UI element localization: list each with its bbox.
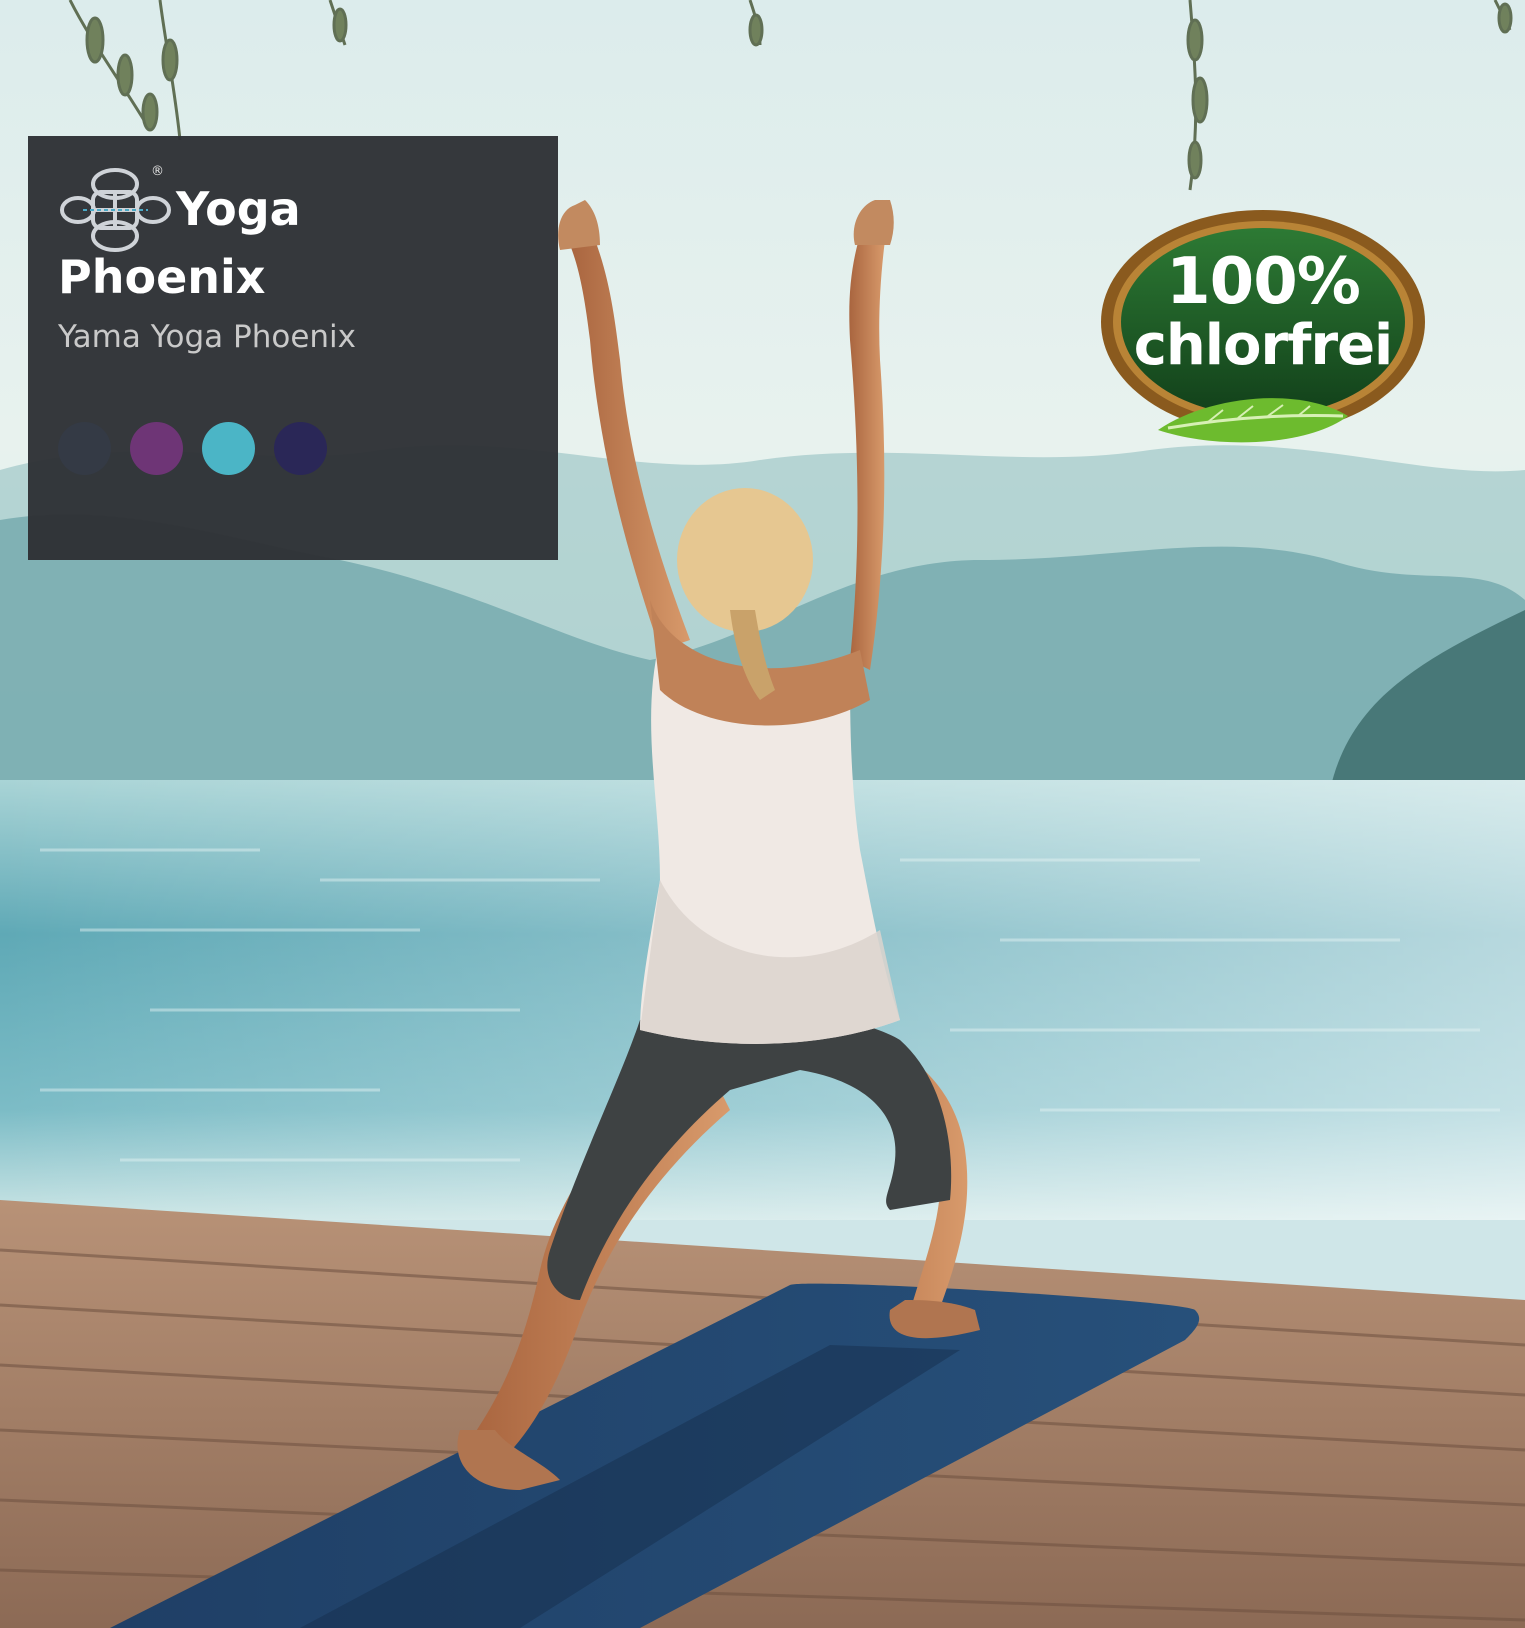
color-swatches xyxy=(58,422,327,476)
brand-name-line-1: Yoga xyxy=(176,182,301,236)
chlorine-free-badge: 100% chlorfrei xyxy=(1098,206,1428,454)
color-swatch-3[interactable] xyxy=(202,422,255,475)
product-name: Yama Yoga Phoenix xyxy=(58,319,357,355)
color-swatch-4[interactable] xyxy=(274,422,327,475)
color-swatch-1[interactable] xyxy=(58,422,111,475)
brand-name-line-2: Phoenix xyxy=(58,250,266,304)
product-info-card: ® Yoga Phoenix Yama Yoga Phoenix xyxy=(28,136,558,560)
badge-label: chlorfrei xyxy=(1133,313,1394,378)
color-swatch-2[interactable] xyxy=(130,422,183,475)
badge-percentage: 100% xyxy=(1166,245,1361,319)
registered-mark: ® xyxy=(151,164,164,179)
